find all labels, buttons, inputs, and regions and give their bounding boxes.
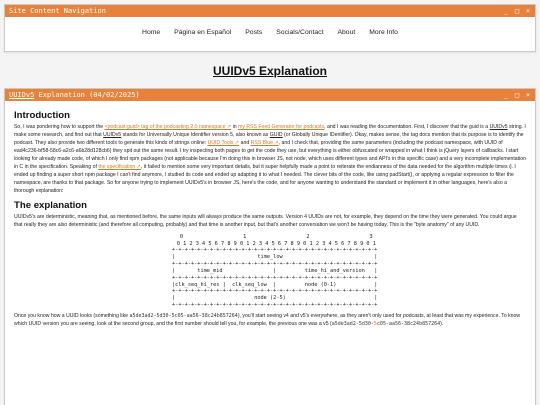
nav-window-controls: _ □ × xyxy=(503,5,531,17)
maximize-icon[interactable]: □ xyxy=(514,89,520,101)
podcast-guid-link[interactable]: <podcast:guid> tag of the podcasting 2.0… xyxy=(105,124,232,130)
guid-term: GUID xyxy=(269,131,283,138)
post-title-prefix: UUIDv5 xyxy=(9,91,35,99)
nav-link-socials[interactable]: Socials/Contact xyxy=(276,29,323,36)
intro-text: stands for Universally Unique Identifier… xyxy=(121,131,270,138)
page-title: UUIDv5 Explanation xyxy=(212,64,328,78)
uuidv5-term: UUIDv5 xyxy=(103,131,122,138)
post-window-titlebar: UUIDv5 Explanation (04/02/2025) _ □ × xyxy=(5,89,535,101)
rss-blue-link[interactable]: RSS Blue ↗ xyxy=(251,140,279,146)
explanation-paragraph: UUIDv5's are deterministic, meaning that… xyxy=(14,213,517,228)
explanation-text: Once you know how a UUID looks (somethin… xyxy=(14,312,130,319)
specification-link[interactable]: the specification ↗ xyxy=(98,164,141,170)
maximize-icon[interactable]: □ xyxy=(514,5,520,17)
uuid-tools-link[interactable]: UUID Tools ↗ xyxy=(208,140,240,146)
close-icon[interactable]: × xyxy=(525,5,531,17)
nav-link-home[interactable]: Home xyxy=(142,29,160,36)
explanation-heading: The explanation xyxy=(14,199,88,211)
explanation-paragraph-2: Once you know how a UUID looks (somethin… xyxy=(14,313,526,329)
post-title-rest: Explanation (04/02/2025) xyxy=(34,91,140,99)
nav-window-titlebar: Site Content Navigation _ □ × xyxy=(5,5,535,17)
minimize-icon[interactable]: _ xyxy=(503,5,509,17)
rss-generator-link[interactable]: my RSS Feed Generator for podcasts xyxy=(238,124,324,130)
nav-link-about[interactable]: About xyxy=(337,29,355,36)
nav-link-posts[interactable]: Posts xyxy=(245,29,262,36)
minimize-icon[interactable]: _ xyxy=(503,89,509,101)
post-content: Introduction So, I was pondering how to … xyxy=(5,101,535,329)
uuid-byte-diagram: 0 1 2 3 0 1 2 3 4 5 6 7 8 9 0 1 2 3 4 5 … xyxy=(172,233,378,308)
uuidv5-term: UUIDv5 xyxy=(489,124,508,130)
intro-heading: Introduction xyxy=(14,110,70,121)
nav-window-title: Site Content Navigation xyxy=(9,7,106,15)
nav-window: Site Content Navigation _ □ × Home Págin… xyxy=(4,4,536,52)
intro-text: , and I was reading the documentation. F… xyxy=(324,124,490,130)
nav-link-spanish[interactable]: Página en Español xyxy=(174,29,231,36)
uuid-example-code: a5de3ad2-5d30-5c05-aa56-38c24b857264 xyxy=(332,321,440,327)
post-window: UUIDv5 Explanation (04/02/2025) _ □ × In… xyxy=(4,88,536,405)
post-window-title: UUIDv5 Explanation (04/02/2025) xyxy=(9,91,140,99)
uuid-part: c05-aa56-38c24b857264 xyxy=(376,320,441,327)
close-icon[interactable]: × xyxy=(525,89,531,101)
nav-link-more-info[interactable]: More Info xyxy=(369,29,398,36)
explanation-text: ). xyxy=(440,320,444,327)
post-window-controls: _ □ × xyxy=(503,89,531,101)
intro-paragraph: So, I was pondering how to support the <… xyxy=(14,124,526,196)
intro-text: and xyxy=(239,139,251,146)
uuid-part: a5de3ad2-5d30- xyxy=(331,320,374,327)
uuid-example-code: a5de3ad2-5d30-5c05-aa56-38c24b857264 xyxy=(129,312,238,319)
site-nav: Home Página en Español Posts Socials/Con… xyxy=(5,17,535,47)
intro-text: So, I was pondering how to support the xyxy=(14,124,105,130)
